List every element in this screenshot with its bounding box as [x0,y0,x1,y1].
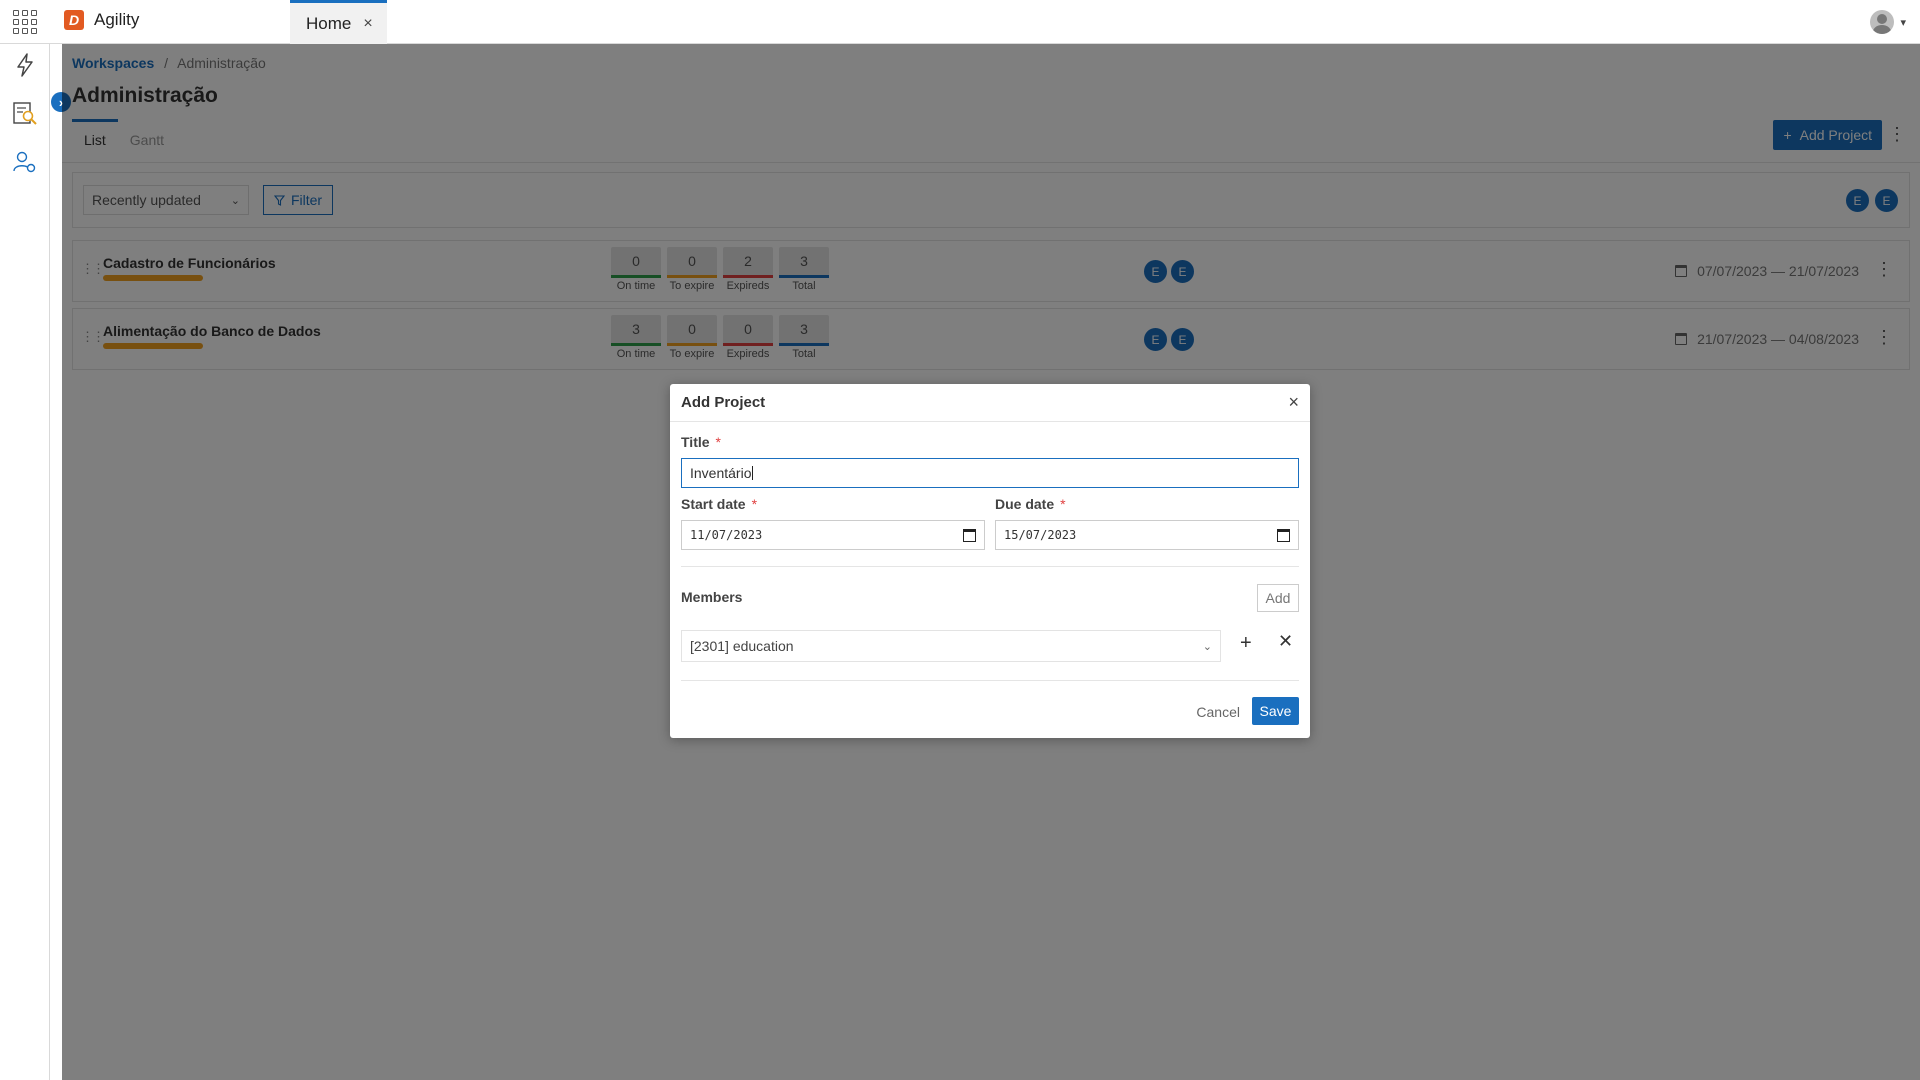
add-member-row-icon[interactable]: + [1240,632,1252,655]
add-project-modal: Add Project × Title * Inventário Start da… [670,384,1310,738]
due-date-label: Due date * [995,496,1066,512]
app-brand[interactable]: D Agility [64,10,139,30]
tab-close-icon[interactable]: × [363,15,372,33]
required-mark: * [715,434,721,450]
start-date-value: 11/07/2023 [690,528,763,542]
title-label: Title * [681,434,721,450]
modal-header: Add Project × [670,384,1310,422]
due-date-label-text: Due date [995,496,1055,512]
remove-member-icon[interactable]: ✕ [1278,631,1293,652]
modal-title: Add Project [681,394,766,411]
cancel-button[interactable]: Cancel [1196,704,1240,720]
start-date-input[interactable]: 11/07/2023 [681,520,985,550]
title-input[interactable]: Inventário [681,458,1299,488]
text-caret [752,466,754,480]
app-name: Agility [94,10,140,29]
start-date-label: Start date * [681,496,757,512]
divider [681,680,1299,681]
user-settings-icon[interactable] [12,149,38,175]
members-label: Members [681,589,743,605]
due-date-input[interactable]: 15/07/2023 [995,520,1299,550]
lightning-icon[interactable] [12,52,38,78]
member-select[interactable]: [2301] education ⌄ [681,630,1221,662]
left-nav-rail [0,44,50,1080]
required-mark: * [751,496,758,512]
user-menu[interactable]: ▾ [1870,10,1906,34]
chevron-down-icon: ⌄ [1202,640,1212,653]
tab-home-label: Home [306,13,352,33]
title-label-text: Title [681,434,710,450]
app-logo-icon: D [64,10,84,30]
chevron-down-icon: ▾ [1900,16,1906,29]
close-icon[interactable]: × [1288,392,1299,413]
required-mark: * [1060,496,1066,512]
divider [681,566,1299,567]
project-search-icon[interactable] [12,100,38,126]
apps-grid-icon[interactable] [10,8,40,36]
top-bar: D Agility Home × ▾ [0,0,1920,44]
title-input-value: Inventário [690,465,752,481]
save-button[interactable]: Save [1252,697,1299,725]
start-date-label-text: Start date [681,496,746,512]
add-member-button[interactable]: Add [1257,584,1299,612]
calendar-icon[interactable] [1277,528,1290,542]
calendar-icon[interactable] [963,528,976,542]
user-avatar-icon [1870,10,1895,34]
due-date-value: 15/07/2023 [1004,528,1077,542]
tab-home[interactable]: Home × [290,0,387,44]
member-select-value: [2301] education [690,638,794,654]
